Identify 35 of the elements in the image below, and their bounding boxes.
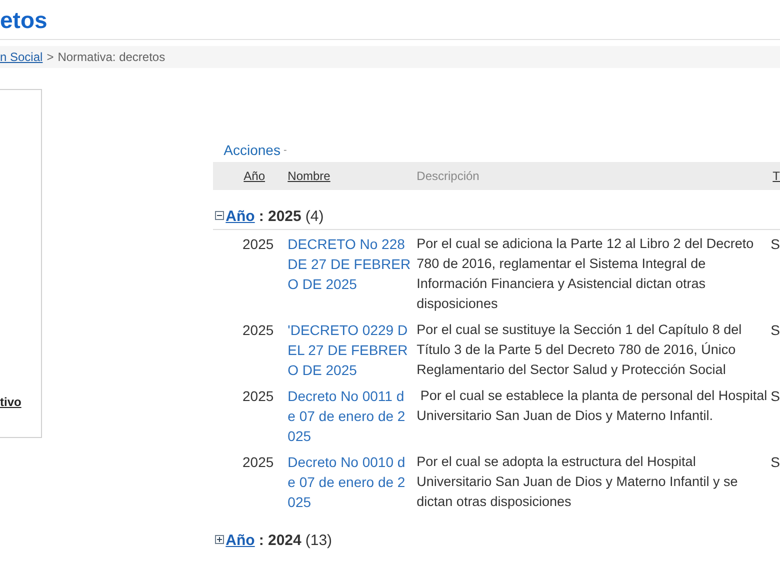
breadcrumb-link[interactable]: n Social <box>0 48 43 66</box>
side-panel-link[interactable]: tivo <box>0 393 41 411</box>
table-cell-text: 2025 <box>242 321 274 340</box>
group-count: (13) <box>305 531 332 551</box>
breadcrumb-separator: > <box>46 49 54 66</box>
group-label-link[interactable]: Año <box>226 206 255 228</box>
breadcrumb-current: Normativa: decretos <box>58 49 166 66</box>
decree-link[interactable]: 'DECRETO 0229 DEL 27 DE FEBRERO DE 2025 <box>288 320 412 380</box>
table-cell-text: S <box>770 387 780 406</box>
table-cell-text: S <box>770 321 780 340</box>
decree-link[interactable]: Decreto No 0011 de 07 de enero de 2025 <box>288 386 412 446</box>
collapse-icon[interactable] <box>214 211 224 220</box>
table-cell-text: S <box>770 235 780 254</box>
group-count: (4) <box>305 207 324 227</box>
actions-menu[interactable]: Acciones <box>224 140 280 160</box>
table-cell-text: Por el cual se sustituye la Sección 1 del Capítulo 8 del Título 3 de la Parte 5 del Decreto 780 de 2016, Único Reglamentario del Sector Salud y Protección Social <box>416 321 743 379</box>
decree-link[interactable]: DECRETO No 228 DE 27 DE FEBRERO DE 2025 <box>288 234 412 314</box>
expand-icon[interactable] <box>214 535 224 544</box>
page-title: etos <box>0 9 48 32</box>
table-cell-text: Por el cual se adiciona la Parte 12 al Libro 2 del Decreto 780 de 2016, reglamentar el Sistema Integral de Información Financiera y Asistencial dictan otras disposiciones <box>416 235 755 313</box>
actions-caret: - <box>283 144 287 158</box>
group-year: : 2024 <box>258 531 302 551</box>
table-cell-text: Por el cual se adopta la estructura del Hospital Universitario San Juan de Dios y Materno Infantil y se dictan otras disposiciones <box>416 453 739 511</box>
column-header[interactable]: Nombre <box>288 167 417 185</box>
column-header: Descripción <box>416 168 480 185</box>
group-year: : 2025 <box>258 207 302 227</box>
table-cell-text: 2025 <box>242 387 274 406</box>
column-header[interactable]: T <box>770 167 780 185</box>
group-label-link[interactable]: Año <box>226 530 255 552</box>
table-cell-text: Por el cual se establece la planta de personal del Hospital Universitario San Juan de Dios y Materno Infantil. <box>416 387 768 425</box>
decree-link[interactable]: Decreto No 0010 de 07 de enero de 2025 <box>288 452 412 512</box>
table-cell-text: 2025 <box>242 235 274 254</box>
table-cell-text: 2025 <box>242 453 274 472</box>
column-header[interactable]: Año <box>212 167 274 185</box>
table-cell-text: S <box>770 453 780 472</box>
